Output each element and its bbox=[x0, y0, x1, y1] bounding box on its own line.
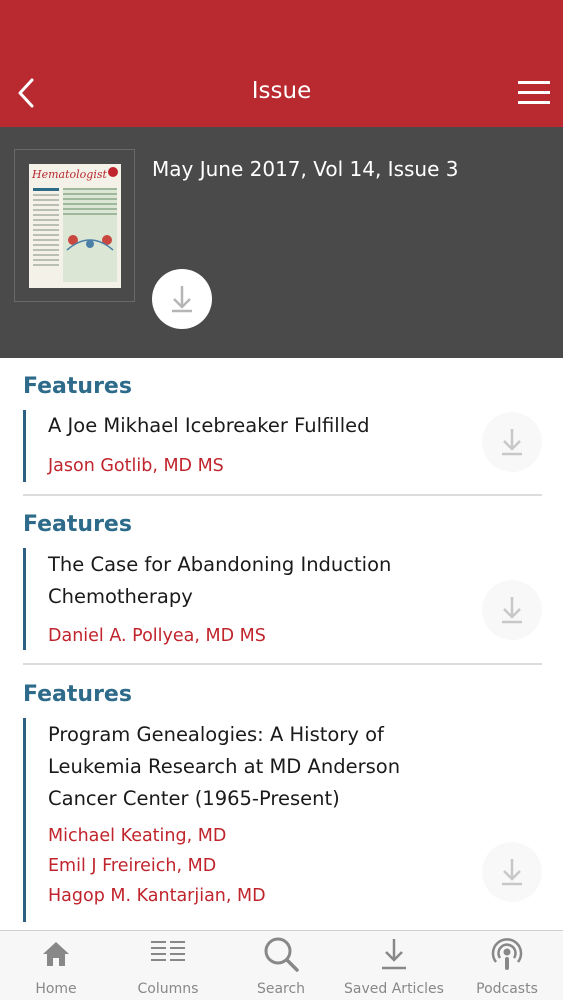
article-accent-bar bbox=[23, 718, 26, 922]
issue-panel: Hematologist May June 2017, Vol 14, Issu… bbox=[0, 127, 563, 358]
article-title-line[interactable]: Chemotherapy bbox=[48, 581, 193, 613]
article-title-line[interactable]: Cancer Center (1965-Present) bbox=[48, 783, 340, 815]
article-category: Features bbox=[23, 512, 132, 537]
tab-saved-articles[interactable]: Saved Articles bbox=[338, 931, 450, 1001]
download-icon bbox=[502, 597, 522, 624]
article-author: Emil J Freireich, MD bbox=[48, 856, 217, 876]
tab-label: Search bbox=[256, 981, 306, 997]
article-download-button[interactable] bbox=[482, 580, 542, 640]
article-accent-bar bbox=[23, 410, 26, 482]
download-icon bbox=[502, 429, 522, 456]
article-author: Hagop M. Kantarjian, MD bbox=[48, 886, 266, 906]
tab-home[interactable]: Home bbox=[0, 931, 112, 1001]
article-title-line[interactable]: The Case for Abandoning Induction bbox=[48, 549, 391, 581]
article-item[interactable]: Features A Joe Mikhael Icebreaker Fulfil… bbox=[23, 374, 542, 484]
article-accent-bar bbox=[23, 548, 26, 650]
tab-search[interactable]: Search bbox=[225, 931, 337, 1001]
issue-cover-thumbnail[interactable]: Hematologist bbox=[14, 149, 135, 302]
hamburger-menu-icon[interactable] bbox=[518, 80, 550, 106]
app-header: Issue bbox=[0, 0, 563, 127]
article-title-line[interactable]: Program Genealogies: A History of bbox=[48, 719, 384, 751]
tab-label: Saved Articles bbox=[344, 981, 444, 997]
issue-download-button[interactable] bbox=[152, 269, 212, 329]
article-item[interactable]: Features Program Genealogies: A History … bbox=[23, 682, 542, 922]
cover-text-column bbox=[33, 188, 59, 282]
podcast-icon bbox=[491, 938, 523, 970]
article-category: Features bbox=[23, 682, 132, 707]
article-category: Features bbox=[23, 374, 132, 399]
home-icon bbox=[43, 942, 69, 966]
article-download-button[interactable] bbox=[482, 842, 542, 902]
download-icon bbox=[172, 286, 192, 313]
article-title[interactable]: A Joe Mikhael Icebreaker Fulfilled bbox=[48, 410, 369, 442]
article-item[interactable]: Features The Case for Abandoning Inducti… bbox=[23, 512, 542, 652]
download-icon bbox=[382, 939, 406, 970]
cover-masthead: Hematologist bbox=[32, 168, 107, 181]
divider bbox=[23, 663, 542, 665]
article-author: Michael Keating, MD bbox=[48, 826, 227, 846]
columns-icon bbox=[151, 941, 185, 961]
issue-title: May June 2017, Vol 14, Issue 3 bbox=[152, 157, 459, 181]
article-download-button[interactable] bbox=[482, 412, 542, 472]
search-icon bbox=[264, 937, 299, 972]
article-author: Daniel A. Pollyea, MD MS bbox=[48, 626, 266, 646]
article-author: Jason Gotlib, MD MS bbox=[48, 456, 224, 476]
article-title-line[interactable]: Leukemia Research at MD Anderson bbox=[48, 751, 400, 783]
tab-label: Home bbox=[35, 981, 77, 997]
bottom-tab-bar: Home Columns Search Saved Articles Podca… bbox=[0, 930, 563, 1000]
cover-figure-panel bbox=[63, 188, 117, 282]
tab-podcasts[interactable]: Podcasts bbox=[451, 931, 563, 1001]
download-icon bbox=[502, 859, 522, 886]
divider bbox=[23, 494, 542, 496]
tab-label: Columns bbox=[137, 981, 199, 997]
cover-logo-dot bbox=[108, 167, 118, 177]
cover-image: Hematologist bbox=[29, 164, 121, 288]
tab-columns[interactable]: Columns bbox=[112, 931, 224, 1001]
page-title: Issue bbox=[251, 78, 312, 104]
tab-label: Podcasts bbox=[476, 981, 538, 997]
